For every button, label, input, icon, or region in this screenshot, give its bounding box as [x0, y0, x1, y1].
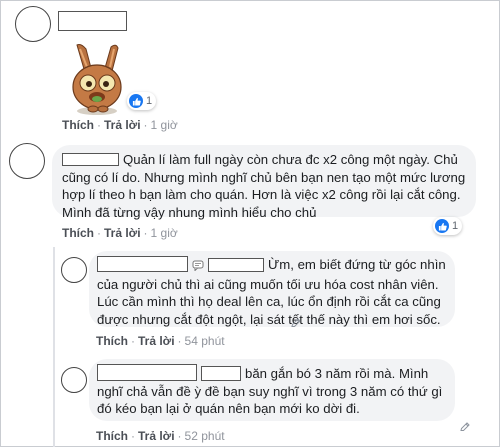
edit-pencil-icon[interactable] — [459, 421, 471, 433]
redacted-username[interactable] — [201, 366, 241, 381]
reaction-summary[interactable]: 1 — [433, 217, 463, 235]
comment-panel: 1 Thích · Trả lời · 1 giờ Quản lí làm full n… — [0, 0, 500, 447]
like-icon — [129, 94, 143, 108]
rabbit-sticker — [72, 44, 122, 115]
like-link[interactable]: Thích — [96, 334, 128, 348]
reply-thread-line — [53, 247, 55, 447]
avatar[interactable] — [9, 143, 45, 179]
reaction-summary[interactable]: 1 — [127, 92, 157, 110]
comment-actions: Thích · Trả lời · 1 giờ — [62, 226, 178, 240]
like-link[interactable]: Thích — [96, 429, 128, 443]
like-link[interactable]: Thích — [62, 226, 94, 240]
chat-bubble-icon — [192, 258, 204, 276]
redacted-username[interactable] — [97, 256, 188, 272]
redacted-username[interactable] — [97, 364, 197, 381]
reaction-count: 1 — [146, 95, 153, 107]
reply-link[interactable]: Trả lời — [138, 429, 175, 443]
comment-actions: Thích · Trả lời · 1 giờ — [62, 118, 178, 132]
reply-actions: Thích · Trả lời · 54 phút — [96, 334, 225, 348]
reply-text: băn gắn bó 3 năm rồi mà. Mình nghĩ chả v… — [97, 364, 443, 416]
edit-pencil-icon[interactable] — [290, 317, 302, 329]
reaction-count: 1 — [452, 220, 459, 232]
reply-bubble: Ừm, em biết đứng từ góc nhìn của người c… — [89, 251, 455, 327]
reply-bubble: băn gắn bó 3 năm rồi mà. Mình nghĩ chả v… — [89, 359, 455, 421]
like-icon — [435, 219, 449, 233]
timestamp[interactable]: 52 phút — [185, 429, 225, 443]
like-link[interactable]: Thích — [62, 118, 94, 132]
redacted-username[interactable] — [208, 258, 264, 272]
avatar[interactable] — [61, 367, 87, 393]
timestamp[interactable]: 1 giờ — [151, 118, 178, 132]
reply-link[interactable]: Trả lời — [104, 226, 141, 240]
redacted-username[interactable] — [62, 153, 119, 166]
redacted-username[interactable] — [58, 11, 127, 31]
comment-bubble: Quản lí làm full ngày còn chưa đc x2 côn… — [52, 145, 476, 220]
timestamp[interactable]: 1 giờ — [151, 226, 178, 240]
reply-text: Ừm, em biết đứng từ góc nhìn của người c… — [97, 256, 446, 327]
reply-link[interactable]: Trả lời — [138, 334, 175, 348]
timestamp[interactable]: 54 phút — [185, 334, 225, 348]
reply-actions: Thích · Trả lời · 52 phút — [96, 429, 225, 443]
avatar[interactable] — [15, 6, 51, 42]
avatar[interactable] — [61, 257, 87, 283]
reply-link[interactable]: Trả lời — [104, 118, 141, 132]
comment-text: Quản lí làm full ngày còn chưa đc x2 côn… — [62, 152, 466, 220]
